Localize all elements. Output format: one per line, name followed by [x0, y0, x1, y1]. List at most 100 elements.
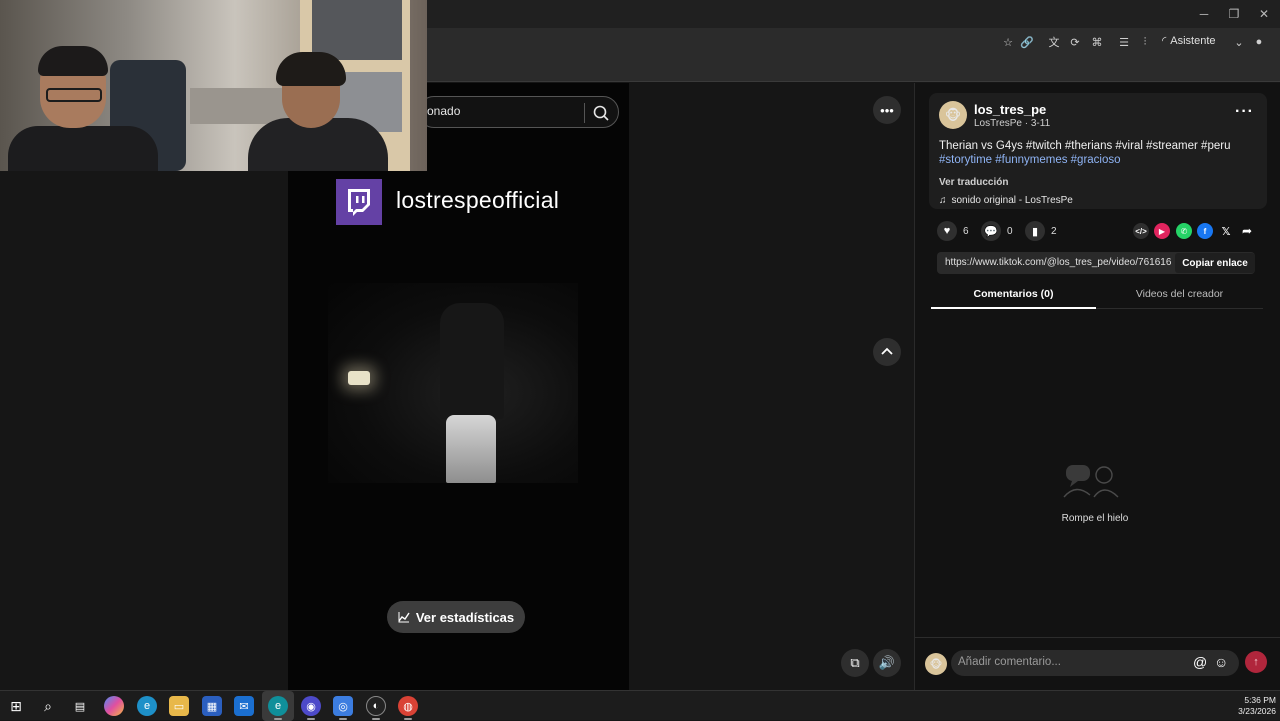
save-count: 2: [1051, 225, 1057, 237]
search-divider: [584, 103, 585, 123]
like-button[interactable]: ♥ 6: [937, 221, 969, 241]
comment-icon: 💬: [981, 221, 1001, 241]
comment-button[interactable]: 💬 0: [981, 221, 1013, 241]
more-options-button[interactable]: •••: [873, 96, 901, 124]
view-stats-label: Ver estadísticas: [415, 609, 515, 625]
empty-comments-state: Rompe el hielo: [1035, 461, 1155, 524]
volume-button[interactable]: 🔊: [873, 649, 901, 677]
link-icon[interactable]: 🔗: [1018, 33, 1036, 51]
profile-icon[interactable]: ●: [1250, 33, 1268, 51]
menu-lines-icon[interactable]: ☰: [1115, 33, 1133, 51]
caption-hashtags[interactable]: #storytime #funnymemes #gracioso: [939, 154, 1121, 166]
app-icon[interactable]: ◎: [333, 696, 353, 716]
comments-tabs: Comentarios (0) Videos del creador: [931, 283, 1263, 309]
current-user-avatar: 🐵: [925, 653, 947, 675]
assistant-button[interactable]: ◜ Asistente: [1162, 34, 1216, 48]
minimize-icon[interactable]: ─: [1194, 4, 1214, 24]
mention-icon[interactable]: @: [1193, 654, 1207, 670]
edge-icon[interactable]: e: [137, 696, 157, 716]
see-translation-link[interactable]: Ver traducción: [939, 177, 1008, 188]
post-date: 3-11: [1030, 118, 1051, 129]
tab-comments[interactable]: Comentarios (0): [931, 288, 1096, 300]
save-button[interactable]: ▮ 2: [1025, 221, 1057, 241]
obs-icon[interactable]: ◐: [366, 696, 386, 716]
file-explorer-icon[interactable]: ▭: [169, 696, 189, 716]
outlook-icon[interactable]: ✉: [234, 696, 254, 716]
chevron-down-icon[interactable]: ⌄: [1230, 33, 1248, 51]
video-link-url[interactable]: https://www.tiktok.com/@los_tres_pe/vide…: [945, 257, 1171, 268]
post-more-icon[interactable]: ···: [1235, 103, 1254, 121]
post-comment-button[interactable]: ↑: [1245, 651, 1267, 673]
windows-taskbar: ⊞ ⌕ ▤ e ▭ ▦ ✉ e ◉ ◎ ◐ ◍ 5:36 PM 3/23/202…: [0, 690, 1280, 721]
comment-count: 0: [1007, 225, 1013, 237]
embed-icon[interactable]: </>: [1133, 223, 1149, 239]
twitch-logo-icon: [336, 179, 382, 225]
post-info-card: 🐵 los_tres_pe LosTresPe · 3-11 ··· Theri…: [929, 93, 1267, 209]
display-name: LosTresPe: [974, 118, 1022, 129]
x-icon[interactable]: 𝕏: [1218, 223, 1234, 239]
heart-icon: ♥: [937, 221, 957, 241]
chrome-icon[interactable]: ◍: [398, 696, 418, 716]
reader-icon[interactable]: ⌘: [1088, 33, 1106, 51]
search-bar[interactable]: onado: [418, 96, 619, 128]
tiktok-page: lostrespeofficial Ver estadísticas onado: [0, 83, 1280, 690]
chevron-up-icon: [881, 347, 893, 355]
webcam-overlay: [0, 0, 427, 171]
edge-dev-icon[interactable]: e: [268, 696, 288, 716]
translate-icon[interactable]: 文: [1045, 33, 1063, 51]
empty-comments-text: Rompe el hielo: [1061, 513, 1129, 524]
copy-link-button[interactable]: Copiar enlace: [1175, 253, 1255, 273]
windows-start-icon[interactable]: ⊞: [6, 696, 26, 716]
tab-creator-videos[interactable]: Videos del creador: [1097, 288, 1262, 300]
search-icon[interactable]: [591, 103, 611, 123]
favorite-star-icon[interactable]: ☆: [999, 33, 1017, 51]
chart-icon: [398, 612, 410, 623]
sound-link[interactable]: ♫ sonido original - LosTresPe: [939, 195, 1073, 206]
post-subline: LosTresPe · 3-11: [974, 118, 1051, 129]
extension-icon[interactable]: ⟳: [1066, 33, 1084, 51]
previous-video-button[interactable]: [873, 338, 901, 366]
audio-wave-icon[interactable]: ⫶: [1136, 33, 1154, 51]
pip-button[interactable]: ⧉: [841, 649, 869, 677]
username[interactable]: los_tres_pe: [974, 102, 1046, 117]
video-player[interactable]: lostrespeofficial Ver estadísticas: [288, 83, 629, 690]
webcam-person-right: [248, 52, 388, 171]
restore-icon[interactable]: ❐: [1224, 4, 1244, 24]
caption-text: Therian vs G4ys #twitch #therians #viral…: [939, 140, 1231, 152]
video-link-box: https://www.tiktok.com/@los_tres_pe/vide…: [937, 252, 1255, 274]
video-area: lostrespeofficial Ver estadísticas onado: [0, 83, 914, 690]
chat-bubbles-icon: [1060, 461, 1130, 501]
send-to-friend-icon[interactable]: ▶: [1154, 223, 1170, 239]
person-legs: [446, 415, 496, 483]
search-input[interactable]: onado: [427, 104, 460, 118]
details-panel: 🐵 los_tres_pe LosTresPe · 3-11 ··· Theri…: [914, 83, 1280, 690]
more-dots-icon: •••: [880, 102, 894, 118]
lamp-light: [348, 371, 370, 385]
task-view-icon[interactable]: ▤: [70, 696, 90, 716]
sound-label: sonido original - LosTresPe: [951, 195, 1073, 206]
comment-input[interactable]: Añadir comentario... @ ☺: [951, 650, 1239, 676]
assistant-icon: ◜: [1162, 35, 1167, 47]
arrow-up-icon: ↑: [1253, 656, 1259, 668]
whatsapp-icon[interactable]: ✆: [1176, 223, 1192, 239]
close-icon[interactable]: ✕: [1254, 4, 1274, 24]
person-silhouette: [440, 303, 504, 419]
taskbar-search-icon[interactable]: ⌕: [38, 696, 58, 716]
facebook-icon[interactable]: f: [1197, 223, 1213, 239]
action-row: ♥ 6 💬 0 ▮ 2 </> ▶ ✆ f 𝕏 ➦: [937, 221, 1267, 241]
avatar[interactable]: 🐵: [939, 101, 967, 129]
comment-placeholder: Añadir comentario...: [958, 656, 1061, 668]
webcam-person-left: [8, 46, 158, 171]
microsoft-store-icon[interactable]: ▦: [202, 696, 222, 716]
view-stats-button[interactable]: Ver estadísticas: [387, 601, 525, 633]
active-tab-indicator: [931, 307, 1096, 309]
clock-time: 5:36 PM: [1244, 695, 1276, 705]
emoji-icon[interactable]: ☺: [1214, 654, 1228, 670]
copilot-icon[interactable]: [104, 696, 124, 716]
share-arrow-icon[interactable]: ➦: [1239, 223, 1255, 239]
system-clock[interactable]: 5:36 PM 3/23/2026: [1236, 695, 1276, 717]
webcam-shelf-clothes: [312, 0, 402, 60]
discord-icon[interactable]: ◉: [301, 696, 321, 716]
clock-date: 3/23/2026: [1238, 706, 1276, 716]
like-count: 6: [963, 225, 969, 237]
